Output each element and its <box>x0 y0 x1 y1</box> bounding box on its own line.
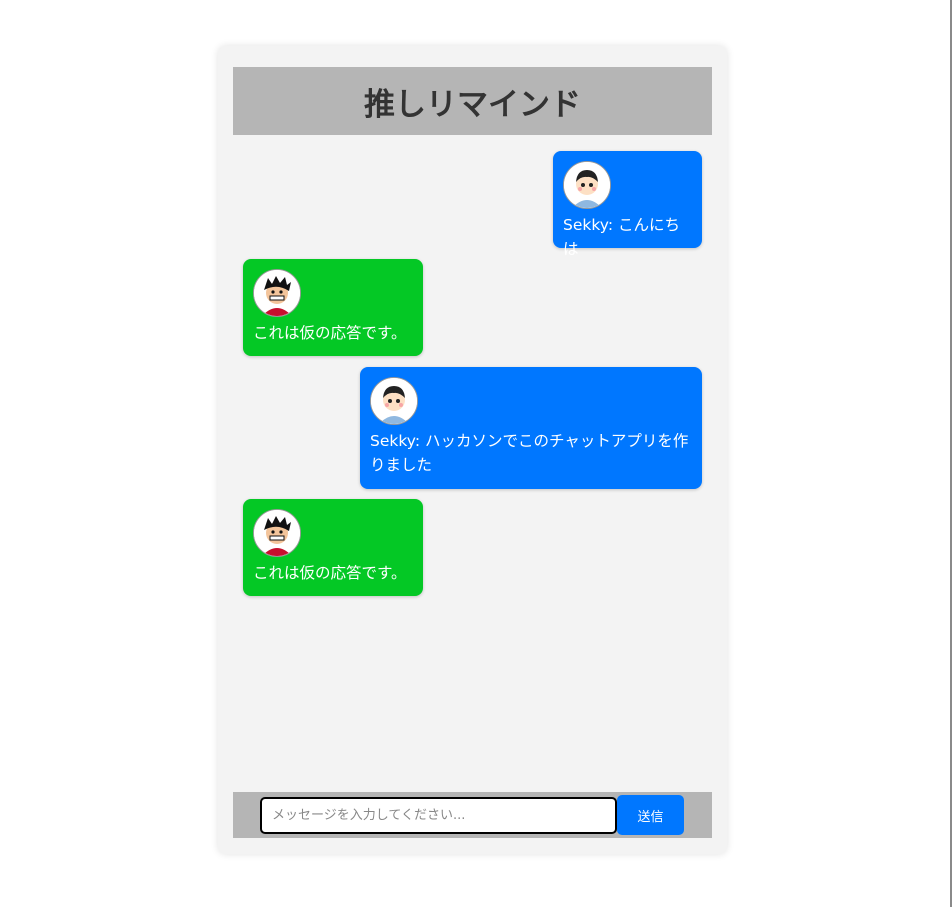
message-text: これは仮の応答です。 <box>253 324 407 342</box>
user-message: Sekky: こんにちは <box>553 151 702 258</box>
app-header: 推しリマインド <box>233 67 712 135</box>
message-input-bar: 送信 <box>233 792 712 838</box>
message-text: Sekky: こんにちは <box>563 216 680 258</box>
send-button[interactable]: 送信 <box>617 795 684 835</box>
chat-app: 推しリマインド Sekky: こんにちは これは仮の応答です。 Sekky: ハ… <box>218 46 727 854</box>
message-input[interactable] <box>260 797 617 834</box>
bot-message: これは仮の応答です。 <box>243 259 423 356</box>
boy-avatar-icon <box>563 161 611 209</box>
bot-message: これは仮の応答です。 <box>243 499 423 596</box>
message-text: Sekky: ハッカソンでこのチャットアプリを作りました <box>370 432 689 474</box>
app-title: 推しリマインド <box>364 86 581 123</box>
anime-character-avatar-icon <box>253 509 301 557</box>
user-message: Sekky: ハッカソンでこのチャットアプリを作りました <box>360 367 702 489</box>
message-text: これは仮の応答です。 <box>253 564 407 582</box>
boy-avatar-icon <box>370 377 418 425</box>
anime-character-avatar-icon <box>253 269 301 317</box>
